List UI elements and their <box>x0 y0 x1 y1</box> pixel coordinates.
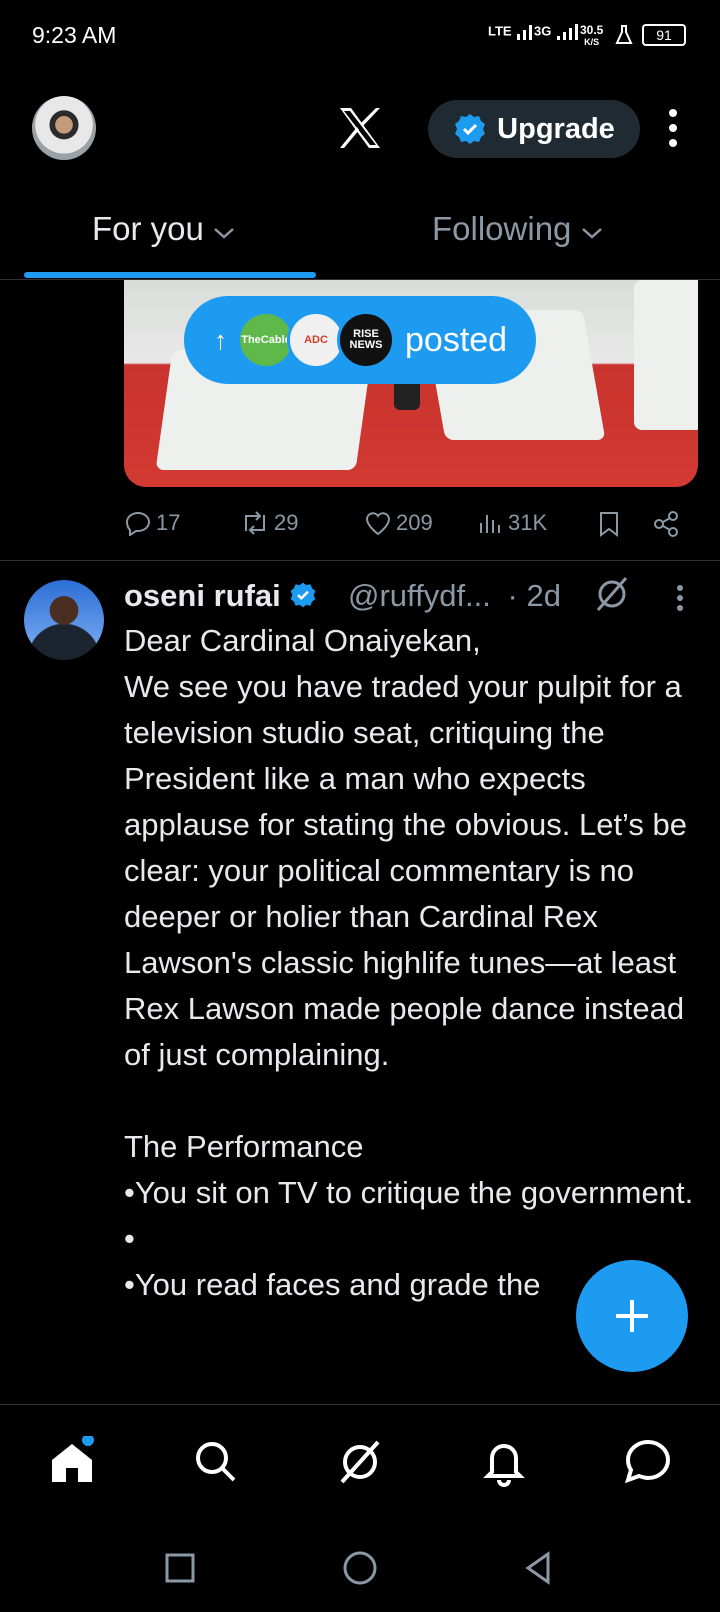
views-chart-icon <box>480 515 500 533</box>
tab-for-you[interactable]: For you <box>92 210 235 248</box>
nav-messages[interactable] <box>622 1436 674 1488</box>
views-button[interactable]: 31K <box>478 510 547 536</box>
back-icon[interactable] <box>522 1550 554 1586</box>
chevron-down-icon <box>581 228 602 239</box>
chevron-down-icon <box>214 228 234 239</box>
bookmark-icon[interactable] <box>596 510 622 538</box>
more-options-icon[interactable] <box>668 108 678 148</box>
posted-label: posted <box>405 320 508 359</box>
author-name-text: oseni rufai <box>124 578 281 613</box>
author-handle-text: @ruffydf... <box>348 578 491 613</box>
tab-following[interactable]: Following <box>432 210 603 248</box>
flask-icon <box>615 25 633 44</box>
recent-apps-icon[interactable] <box>164 1552 196 1584</box>
net1-label: LTE <box>488 23 512 39</box>
heart-icon <box>365 512 391 536</box>
author-handle[interactable]: @ruffydf... · 2d <box>348 578 561 614</box>
grok-icon[interactable] <box>592 574 632 614</box>
net-speed-value: 30.5 <box>580 23 604 37</box>
status-bar: 9:23 AM LTE 3G 30.5 K/S 91 <box>0 0 720 72</box>
nav-home[interactable] <box>46 1434 98 1488</box>
more-options-icon[interactable] <box>676 584 684 612</box>
nav-grok[interactable] <box>334 1436 386 1488</box>
net2-label: 3G <box>534 23 552 39</box>
search-icon <box>196 1442 236 1482</box>
new-posts-pill[interactable]: ↑ TheCable ADC RISE NEWS posted <box>184 296 536 384</box>
3g-signal-icon: 3G <box>534 22 581 42</box>
plus-icon <box>616 1300 648 1332</box>
tab-following-label: Following <box>432 210 572 247</box>
compose-button[interactable] <box>576 1260 688 1372</box>
active-tab-indicator <box>24 272 316 278</box>
status-time: 9:23 AM <box>32 22 117 48</box>
nav-notifications[interactable] <box>478 1436 530 1488</box>
net-speed: 30.5 K/S <box>580 24 603 48</box>
share-icon[interactable] <box>652 510 680 538</box>
repost-button[interactable]: 29 <box>240 510 298 536</box>
tab-for-you-label: For you <box>92 210 204 247</box>
home-circle-icon[interactable] <box>342 1550 378 1586</box>
x-logo-icon[interactable] <box>336 104 384 152</box>
verified-badge-icon <box>455 114 486 144</box>
upgrade-button[interactable]: Upgrade <box>428 100 640 158</box>
bell-icon <box>483 1444 525 1487</box>
upgrade-label: Upgrade <box>497 112 615 145</box>
post-text[interactable]: Dear Cardinal Onaiyekan, We see you have… <box>124 618 694 1308</box>
reply-icon <box>125 511 151 536</box>
repost-icon <box>245 511 265 535</box>
grok-icon <box>340 1440 380 1484</box>
reply-button[interactable]: 17 <box>124 510 180 536</box>
net-speed-unit: K/S <box>584 37 600 47</box>
author-avatar[interactable] <box>24 580 104 660</box>
repost-count: 29 <box>274 510 299 535</box>
nav-search[interactable] <box>190 1436 242 1488</box>
divider <box>0 560 720 561</box>
chat-bubble-icon <box>624 1439 671 1484</box>
lte-signal-icon: LTE <box>488 22 537 42</box>
author-name[interactable]: oseni rufai <box>124 578 317 614</box>
home-icon <box>52 1434 94 1482</box>
views-count: 31K <box>508 510 548 535</box>
post-age: · 2d <box>507 578 561 613</box>
like-count: 209 <box>396 510 433 535</box>
source-avatar: RISE NEWS <box>337 311 395 369</box>
arrow-up-icon: ↑ <box>214 324 227 355</box>
reply-count: 17 <box>156 510 181 535</box>
profile-avatar[interactable] <box>32 96 96 160</box>
battery-icon: 91 <box>642 24 686 46</box>
like-button[interactable]: 209 <box>364 510 433 536</box>
verified-badge-icon <box>291 582 316 608</box>
